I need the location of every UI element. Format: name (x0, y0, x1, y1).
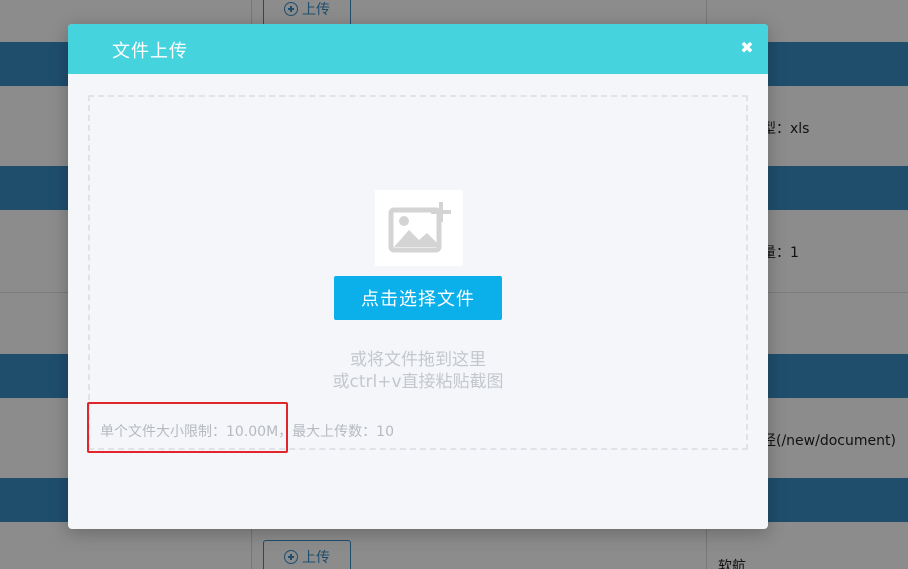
paste-hint: 或ctrl+v直接粘贴截图 (332, 372, 504, 392)
image-add-icon (375, 190, 463, 266)
close-icon[interactable]: ✖ (740, 40, 754, 56)
modal-title: 文件上传 (112, 41, 188, 62)
file-upload-modal: 文件上传 ✖ 点击选择文件 或将文件拖到这里 或ctrl+v直接粘贴截图 单个文… (68, 24, 768, 529)
highlight-annotation-box (87, 402, 288, 453)
modal-header: 文件上传 ✖ (68, 24, 768, 74)
choose-file-button[interactable]: 点击选择文件 (334, 276, 502, 320)
file-drop-zone[interactable]: 点击选择文件 或将文件拖到这里 或ctrl+v直接粘贴截图 单个文件大小限制：1… (88, 95, 748, 450)
